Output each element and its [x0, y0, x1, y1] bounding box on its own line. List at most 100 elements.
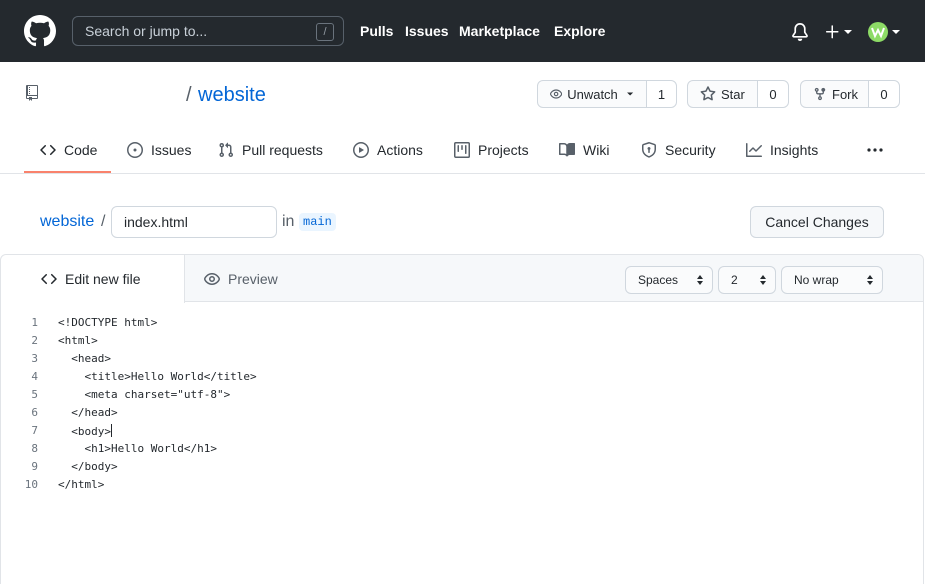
shield-icon — [642, 142, 656, 158]
code-text: <body> — [58, 424, 112, 438]
indent-size-select[interactable]: 2 — [718, 266, 776, 294]
code-line: 10 </html> — [0, 478, 900, 496]
repo-path-separator: / — [186, 84, 192, 106]
search-input[interactable]: Search or jump to... / — [72, 16, 344, 46]
star-button-group: Star 0 — [687, 80, 789, 108]
project-icon — [454, 142, 470, 158]
tab-projects[interactable]: Projects — [454, 140, 529, 160]
watchers-count[interactable]: 1 — [647, 81, 676, 107]
editor-toolbar: Edit new file Preview Spaces 2 No wrap — [1, 255, 923, 303]
watch-button-group: Unwatch 1 — [537, 80, 677, 108]
line-number: 10 — [24, 478, 38, 491]
nav-issues[interactable]: Issues — [405, 23, 449, 39]
filename-input[interactable]: index.html — [111, 206, 277, 238]
star-label: Star — [721, 86, 745, 102]
code-text: </html> — [58, 478, 105, 491]
code-text: <h1>Hello World</h1> — [58, 442, 217, 455]
fork-button-group: Fork 0 — [800, 80, 900, 108]
unwatch-button[interactable]: Unwatch — [538, 81, 647, 107]
book-icon — [559, 142, 575, 157]
select-caret-icon — [697, 275, 703, 285]
code-line: 8 <h1>Hello World</h1> — [0, 442, 900, 460]
tab-edit-file[interactable]: Edit new file — [1, 255, 185, 303]
tab-wiki-label: Wiki — [583, 142, 610, 158]
nav-marketplace[interactable]: Marketplace — [459, 23, 540, 39]
code-line: 9 </body> — [0, 460, 900, 478]
line-number: 6 — [31, 406, 38, 419]
global-header: Search or jump to... / Pulls Issues Mark… — [0, 0, 925, 62]
issue-icon — [127, 142, 143, 158]
tab-preview[interactable]: Preview — [204, 271, 278, 287]
branch-badge: main — [299, 213, 336, 231]
star-button[interactable]: Star — [688, 81, 758, 107]
tab-pull-requests-label: Pull requests — [242, 142, 323, 158]
tab-issues[interactable]: Issues — [127, 140, 191, 160]
indent-mode-select[interactable]: Spaces — [625, 266, 713, 294]
eye-icon — [550, 89, 563, 99]
forks-count[interactable]: 0 — [869, 81, 899, 107]
code-text: <title>Hello World</title> — [58, 370, 257, 383]
code-line: 7 <body> — [0, 424, 900, 442]
create-new-dropdown-icon[interactable] — [824, 22, 854, 42]
chevron-down-icon — [626, 92, 633, 96]
tab-actions[interactable]: Actions — [353, 140, 423, 160]
repo-name-link[interactable]: website — [198, 84, 266, 107]
tab-preview-label: Preview — [228, 271, 278, 287]
bell-icon[interactable] — [791, 23, 809, 41]
line-number: 3 — [31, 352, 38, 365]
code-line: 3 <head> — [0, 352, 900, 370]
fork-button[interactable]: Fork — [801, 81, 869, 107]
text-cursor — [110, 424, 112, 437]
wrap-mode-value: No wrap — [794, 273, 839, 287]
code-text: <meta charset="utf-8"> — [58, 388, 231, 401]
code-text: </head> — [58, 406, 118, 419]
unwatch-label: Unwatch — [567, 86, 618, 102]
breadcrumb-separator: / — [101, 213, 106, 230]
tab-security[interactable]: Security — [641, 140, 716, 160]
line-number: 1 — [31, 316, 38, 329]
nav-explore[interactable]: Explore — [554, 23, 605, 39]
cancel-changes-button[interactable]: Cancel Changes — [750, 206, 884, 238]
line-number: 7 — [31, 424, 38, 437]
line-number: 2 — [31, 334, 38, 347]
more-options-icon[interactable] — [866, 143, 884, 157]
line-number: 4 — [31, 370, 38, 383]
tab-insights[interactable]: Insights — [746, 140, 818, 160]
tab-pull-requests[interactable]: Pull requests — [218, 140, 323, 160]
tabs-divider — [0, 173, 925, 174]
repo-owner[interactable] — [48, 80, 182, 114]
line-number: 9 — [31, 460, 38, 473]
branch-in-label: in — [282, 213, 295, 230]
wrap-mode-select[interactable]: No wrap — [781, 266, 883, 294]
tab-projects-label: Projects — [478, 142, 529, 158]
avatar[interactable] — [868, 22, 902, 42]
tab-code[interactable]: Code — [40, 140, 97, 160]
search-shortcut-hint: / — [316, 23, 334, 41]
code-icon — [41, 273, 57, 285]
select-caret-icon — [867, 275, 873, 285]
tab-insights-label: Insights — [770, 142, 819, 158]
play-icon — [353, 142, 369, 158]
eye-icon — [204, 273, 220, 285]
tab-code-label: Code — [64, 142, 98, 158]
github-logo-icon[interactable] — [24, 15, 56, 47]
code-line: 1 <!DOCTYPE html> — [0, 316, 900, 334]
search-placeholder: Search or jump to... — [85, 23, 208, 39]
indent-mode-value: Spaces — [638, 273, 679, 287]
line-number: 5 — [31, 388, 38, 401]
code-text: <head> — [58, 352, 111, 365]
indent-size-value: 2 — [731, 273, 738, 287]
code-icon — [40, 144, 56, 156]
tab-issues-label: Issues — [151, 142, 192, 158]
stars-count[interactable]: 0 — [758, 81, 788, 107]
code-text-segment: <body> — [58, 425, 111, 438]
tab-wiki[interactable]: Wiki — [559, 140, 609, 160]
tab-actions-label: Actions — [377, 142, 423, 158]
graph-icon — [746, 143, 762, 157]
line-number: 8 — [31, 442, 38, 455]
code-line: 2 <html> — [0, 334, 900, 352]
fork-icon — [814, 87, 826, 101]
fork-label: Fork — [832, 86, 858, 102]
breadcrumb-repo-link[interactable]: website — [40, 213, 94, 231]
nav-pulls[interactable]: Pulls — [360, 23, 393, 39]
